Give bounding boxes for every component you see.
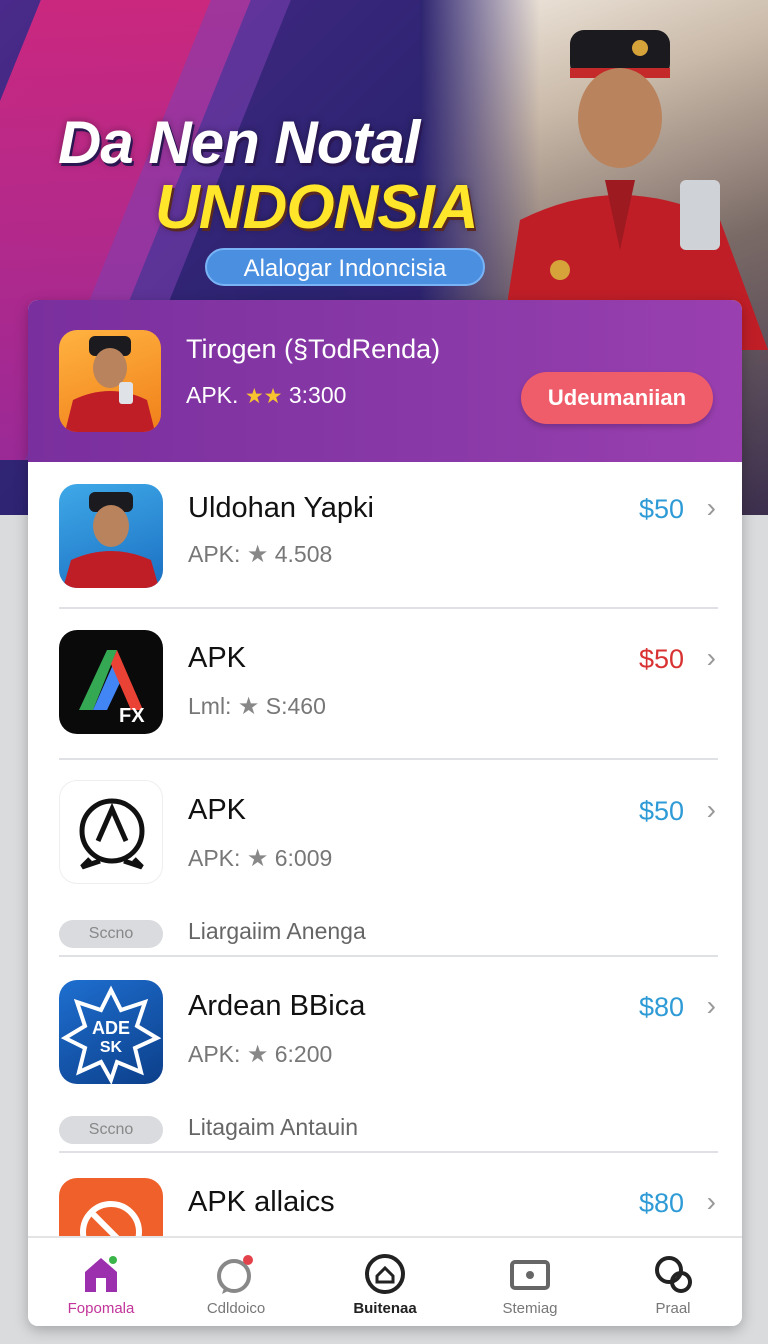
chevron-right-icon[interactable]: › [707, 492, 716, 524]
divider [59, 758, 718, 760]
ade-sk-badge-icon: ADE SK [59, 980, 163, 1084]
featured-meta-prefix: APK. [186, 382, 239, 408]
list-item[interactable]: Uldohan Yapki APK: ★ 4.508 $50 › [28, 462, 742, 612]
svg-text:FX: FX [119, 705, 145, 727]
svg-text:ADE: ADE [92, 1018, 130, 1038]
tab-label: Cdldoico [206, 1300, 266, 1317]
chevron-right-icon[interactable]: › [707, 794, 716, 826]
divider [59, 1151, 718, 1153]
chat-logo-icon [59, 780, 163, 884]
list-item-price: $80 [638, 1188, 684, 1218]
list-item-meta-value: 4.508 [274, 541, 333, 567]
star-icon: ★ [246, 541, 269, 568]
list-item-meta: APK: ★ 6:200 [188, 1040, 332, 1069]
chevron-right-icon[interactable]: › [707, 642, 716, 674]
list-item-meta-prefix: APK: [188, 845, 241, 871]
list-item-price: $80 [638, 992, 684, 1022]
section-chip[interactable]: Sccno [59, 920, 163, 948]
featured-person-icon [59, 330, 161, 432]
featured-meta: APK. ★★ 3:300 [186, 382, 346, 409]
list-item-meta: APK: ★ 6:009 [188, 844, 332, 873]
divider [59, 607, 718, 609]
tab-search[interactable]: Praal [613, 1252, 733, 1317]
bottom-tab-bar: Fopomala Cdldoico Buitenaa Stemiag Praal [28, 1236, 742, 1326]
section-chip[interactable]: Sccno [59, 1116, 163, 1144]
star-icon: ★ [246, 1041, 269, 1068]
chat-bubble-icon [217, 1255, 253, 1294]
list-item-meta-value: 6:009 [274, 845, 333, 871]
home-icon [85, 1256, 117, 1292]
list-item[interactable]: ADE SK Ardean BBica APK: ★ 6:200 $80 › [28, 960, 742, 1110]
list-item-title: APK allaics [188, 1186, 335, 1218]
chevron-right-icon[interactable]: › [707, 1186, 716, 1218]
list-item-title: Uldohan Yapki [188, 492, 374, 524]
section-label: Litagaim Antauin [188, 1114, 359, 1140]
list-item-meta-prefix: Lml: [188, 693, 232, 719]
hero-title-line1: Da Nen Notal [58, 109, 420, 176]
section-header: Sccno Litagaim Antauin [28, 1110, 742, 1150]
list-item-meta-prefix: APK: [188, 1041, 241, 1067]
app-list-card: Tirogen (§TodRenda) APK. ★★ 3:300 Udeuma… [28, 300, 742, 1326]
tab-chat[interactable]: Cdldoico [176, 1252, 296, 1317]
tab-label: Fopomala [67, 1300, 135, 1317]
list-item-price: $50 [638, 644, 684, 674]
search-circles-icon [655, 1256, 692, 1293]
section-header: Sccno Liargaiim Anenga [28, 914, 742, 954]
list-item[interactable]: APK APK: ★ 6:009 $50 › [28, 764, 742, 914]
featured-app[interactable]: Tirogen (§TodRenda) APK. ★★ 3:300 Udeuma… [28, 300, 742, 462]
tab-home[interactable]: Fopomala [41, 1252, 161, 1317]
home-circle-icon [365, 1254, 405, 1294]
list-item-meta-prefix: APK: [188, 541, 241, 567]
list-item-meta: Lml: ★ S:460 [188, 692, 326, 721]
section-label: Liargaiim Anenga [188, 918, 366, 944]
fx-app-icon: FX [59, 630, 163, 734]
list-item-meta: APK: ★ 4.508 [188, 540, 332, 569]
list-item-meta-value: 6:200 [274, 1041, 333, 1067]
star-icon: ★ [246, 845, 269, 872]
list-item-title: Ardean BBica [188, 990, 366, 1022]
hero-subtitle-pill[interactable]: Alalogar Indoncisia [205, 248, 485, 286]
tab-center[interactable]: Buitenaa [325, 1252, 445, 1317]
list-item-meta-value: S:460 [265, 693, 326, 719]
star-rating-icon: ★★ [244, 385, 283, 408]
screen-icon [510, 1260, 550, 1290]
svg-text:SK: SK [100, 1039, 123, 1056]
list-item-title: APK [188, 642, 247, 674]
star-icon: ★ [237, 693, 260, 720]
hero-title-line2: UNDONSIA [155, 173, 479, 242]
list-item-title: APK [188, 794, 247, 826]
featured-meta-value: 3:300 [288, 382, 347, 408]
list-item[interactable]: FX APK Lml: ★ S:460 $50 › [28, 612, 742, 762]
person-photo-icon [59, 484, 163, 588]
chevron-right-icon[interactable]: › [707, 990, 716, 1022]
tab-label: Stemiag [502, 1300, 558, 1317]
tab-label: Praal [655, 1300, 691, 1317]
featured-action-button[interactable]: Udeumaniian [521, 372, 713, 424]
list-item-price: $50 [638, 494, 684, 524]
tab-screen[interactable]: Stemiag [470, 1252, 590, 1317]
divider [59, 955, 718, 957]
featured-title: Tirogen (§TodRenda) [186, 334, 441, 364]
list-item-price: $50 [638, 796, 684, 826]
tab-label: Buitenaa [353, 1300, 417, 1317]
